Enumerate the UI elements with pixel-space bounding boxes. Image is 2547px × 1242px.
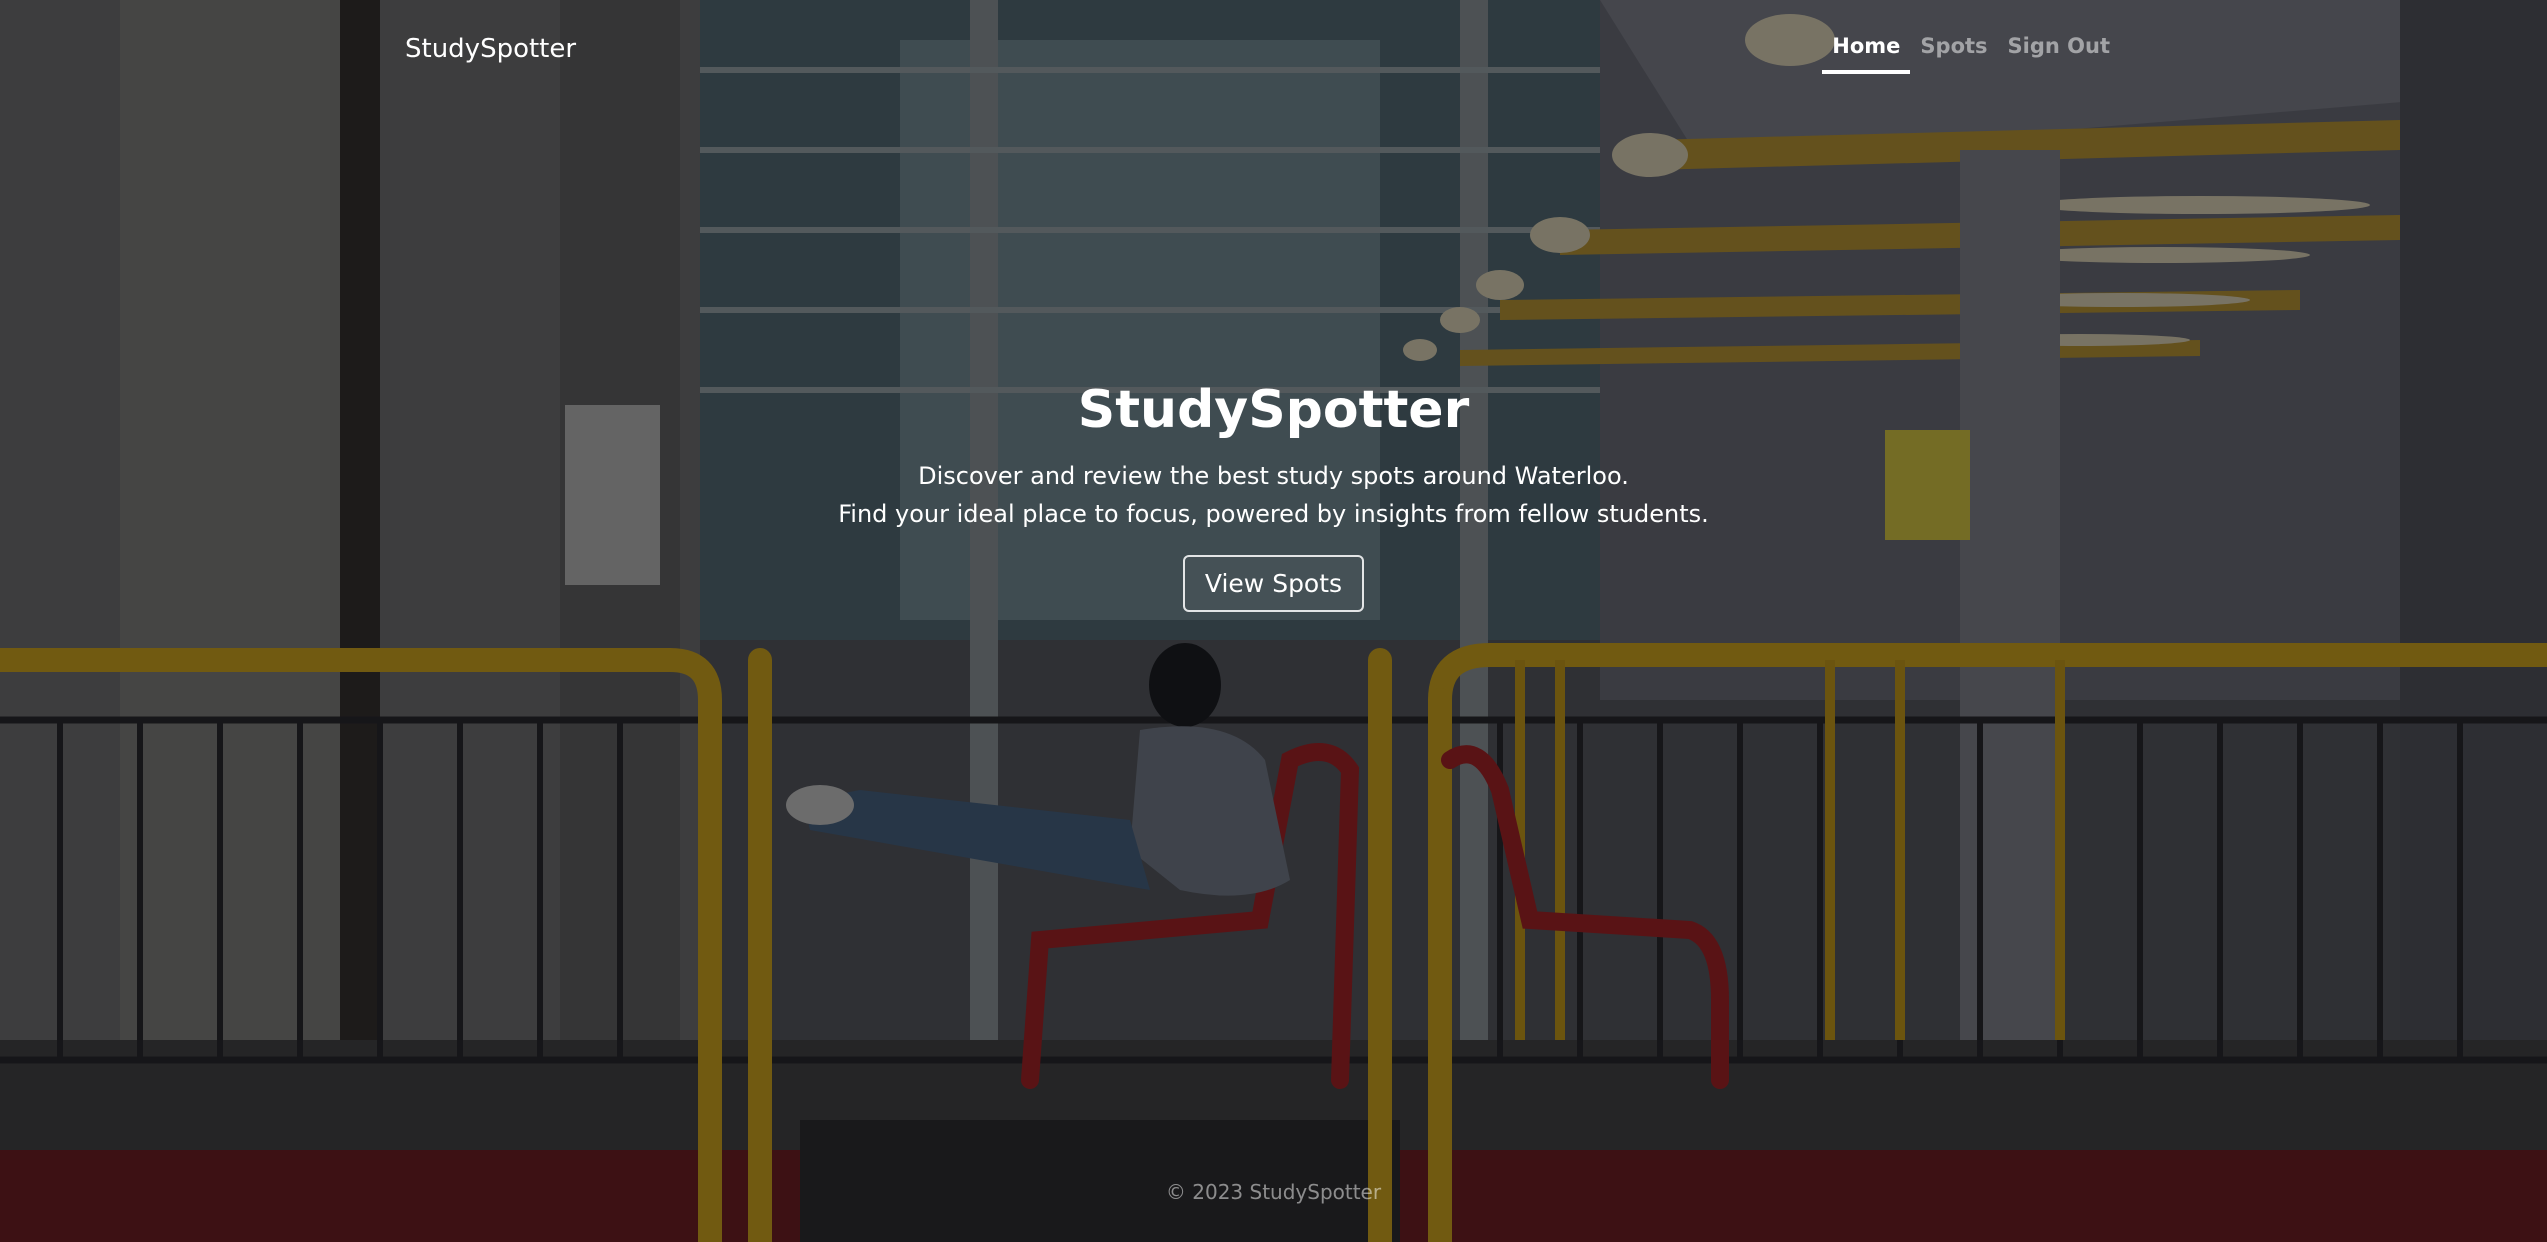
footer-copyright: © 2023 StudySpotter bbox=[1165, 1180, 1382, 1204]
hero-lead: Discover and review the best study spots… bbox=[0, 457, 2547, 533]
hero-lead-line-1: Discover and review the best study spots… bbox=[918, 462, 1629, 490]
nav-link-sign-out[interactable]: Sign Out bbox=[1998, 34, 2120, 74]
nav-link-spots[interactable]: Spots bbox=[1910, 34, 1997, 74]
nav-links: Home Spots Sign Out bbox=[1822, 34, 2120, 74]
page: StudySpotter Home Spots Sign Out StudySp… bbox=[0, 0, 2547, 1242]
view-spots-button[interactable]: View Spots bbox=[1182, 555, 1365, 612]
hero-title: StudySpotter bbox=[1077, 380, 1470, 440]
dark-overlay bbox=[0, 0, 2547, 1242]
navbar-brand[interactable]: StudySpotter bbox=[405, 34, 576, 64]
nav-link-home[interactable]: Home bbox=[1822, 34, 1911, 74]
navbar: StudySpotter Home Spots Sign Out bbox=[0, 0, 2547, 100]
hero: StudySpotter Discover and review the bes… bbox=[0, 375, 2547, 612]
hero-lead-line-2: Find your ideal place to focus, powered … bbox=[838, 500, 1709, 528]
